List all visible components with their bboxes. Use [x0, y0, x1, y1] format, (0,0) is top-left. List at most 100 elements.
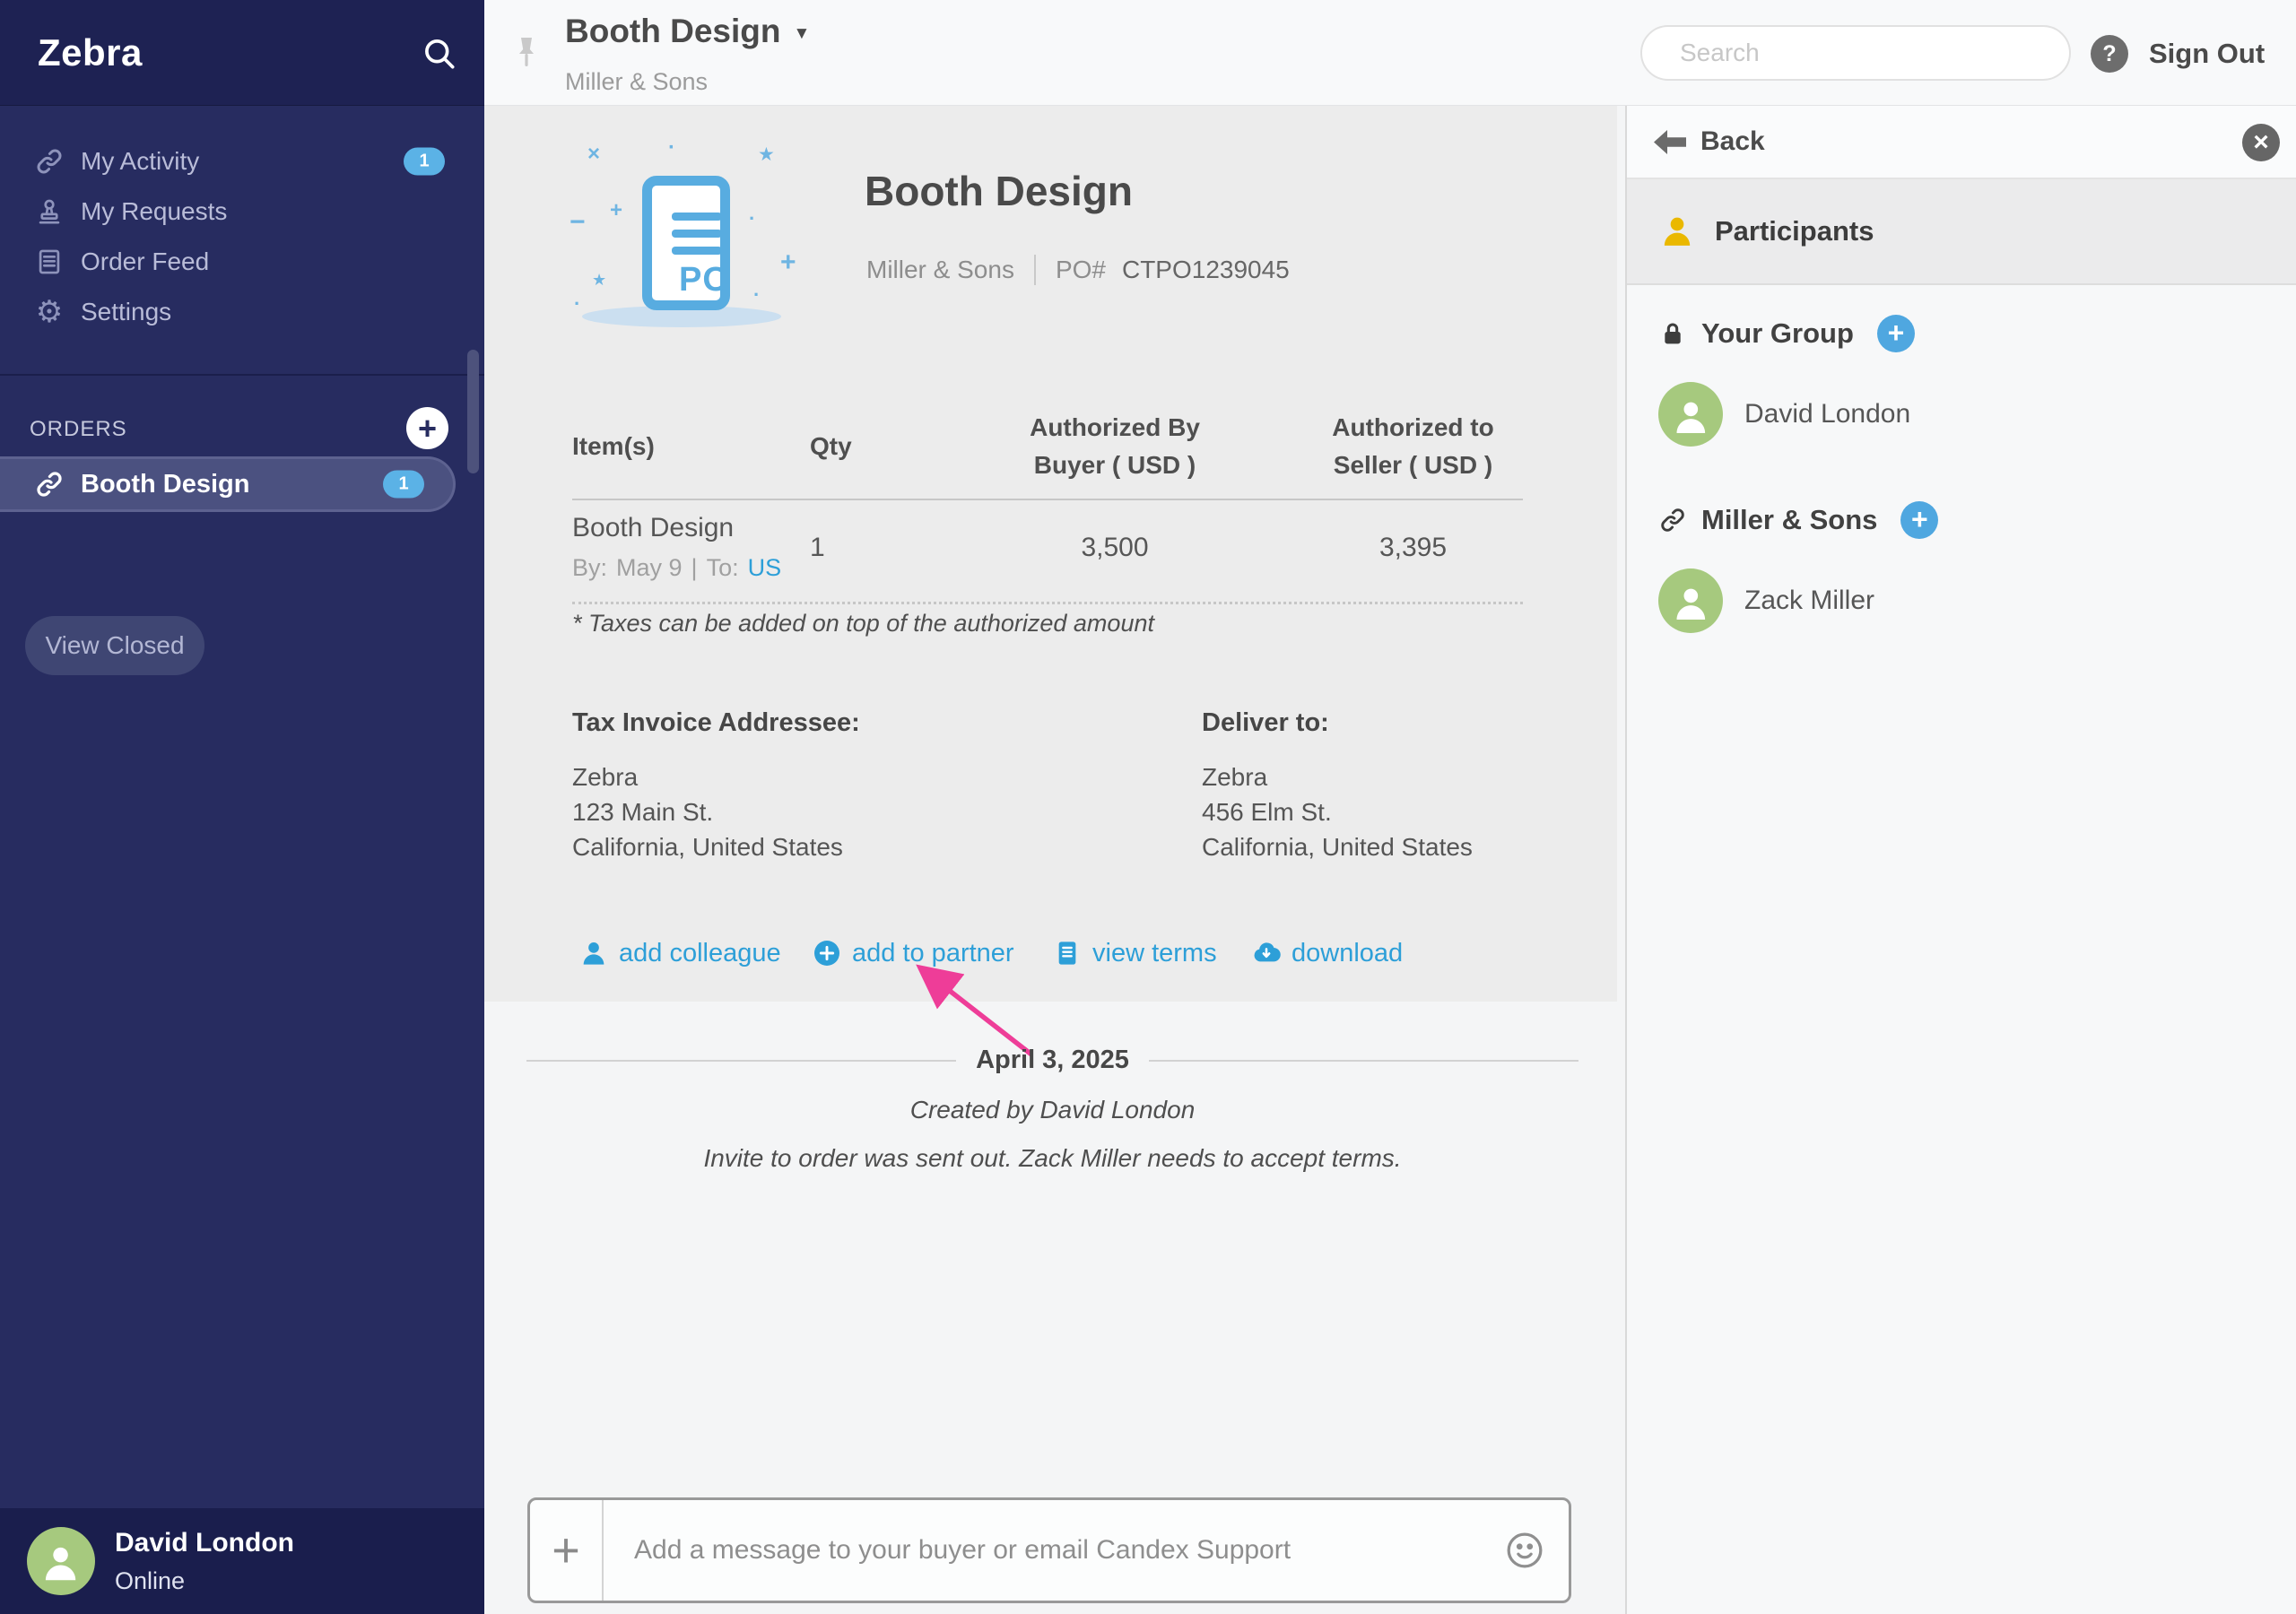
row-buyer-amount: 3,500 [926, 533, 1303, 563]
emoji-icon[interactable] [1504, 1530, 1545, 1571]
us-link[interactable]: US [748, 554, 782, 582]
participants-person-icon [1659, 213, 1695, 249]
po-document-icon: PO [642, 176, 730, 310]
partner-group-header: Miller & Sons + [1658, 497, 1938, 543]
chevron-down-icon: ▼ [793, 24, 810, 44]
gear-icon: ⚙ [34, 297, 65, 327]
top-bar: Booth Design ▼ Miller & Sons ? Sign Out [484, 0, 2296, 106]
participant-name: Zack Miller [1744, 586, 1874, 616]
activity-badge: 1 [404, 148, 445, 176]
close-icon[interactable]: × [2242, 124, 2280, 161]
participant-row: David London [1658, 382, 1910, 447]
avatar [27, 1527, 95, 1595]
message-composer: + [527, 1497, 1571, 1603]
timeline-date-divider: April 3, 2025 [526, 1046, 1578, 1075]
table-row: Booth Design By: May 9 | To: US 1 3,500 … [572, 500, 1523, 604]
add-to-partner-link[interactable]: add to partner [813, 933, 1014, 973]
participants-panel: Back × Participants Your Group + David L… [1625, 106, 2296, 1614]
po-label: PO# [1056, 256, 1106, 284]
current-user-info: David London Online [115, 1528, 294, 1595]
back-button[interactable]: Back [1654, 126, 1765, 157]
col-qty: Qty [810, 428, 926, 465]
page-title: Booth Design [565, 13, 780, 50]
stamp-icon [34, 196, 65, 227]
help-button[interactable]: ? [2091, 35, 2128, 73]
your-group-header: Your Group + [1658, 310, 1915, 357]
app-window: Zebra My Activity 1 My Requests [0, 0, 2296, 1614]
sidebar-item-my-activity[interactable]: My Activity 1 [0, 136, 484, 187]
table-header: Item(s) Qty Authorized By Buyer ( USD ) … [572, 402, 1523, 500]
link-icon [34, 146, 65, 177]
link-icon [1658, 506, 1687, 534]
lock-icon [1658, 319, 1687, 348]
divider-line [526, 1060, 956, 1062]
sidebar-item-settings[interactable]: ⚙ Settings [0, 287, 484, 337]
col-items: Item(s) [572, 428, 810, 465]
sidebar-search-icon[interactable] [420, 34, 459, 74]
col-authorized-buyer: Authorized By Buyer ( USD ) [926, 409, 1303, 484]
cloud-download-icon [1252, 939, 1281, 968]
order-card: · × ★ − + · ★ · + · PO Booth Design [484, 106, 1617, 1002]
meta-divider [1034, 255, 1036, 285]
tax-note: * Taxes can be added on top of the autho… [572, 610, 1154, 638]
pin-icon[interactable] [515, 36, 538, 79]
panel-header: Back × [1627, 106, 2296, 179]
plus-circle-icon [813, 939, 841, 968]
view-terms-link[interactable]: view terms [1053, 933, 1217, 973]
current-user-row[interactable]: David London Online [0, 1508, 484, 1614]
add-order-button[interactable]: + [406, 407, 448, 449]
order-actions: add colleague add to partner view terms [572, 933, 1559, 973]
po-number: CTPO1239045 [1122, 256, 1290, 284]
sign-out-button[interactable]: Sign Out [2149, 38, 2265, 70]
sidebar-divider [0, 374, 484, 376]
download-link[interactable]: download [1252, 933, 1403, 973]
row-item-name: Booth Design [572, 513, 810, 543]
sidebar-order-booth-design[interactable]: Booth Design 1 [0, 456, 456, 512]
order-title: Booth Design [865, 167, 1133, 215]
row-seller-amount: 3,395 [1303, 533, 1523, 563]
sidebar-item-label: Settings [81, 298, 171, 326]
order-item-label: Booth Design [81, 470, 250, 499]
message-input[interactable] [604, 1535, 1504, 1566]
po-illustration: · × ★ − + · ★ · + · PO [565, 128, 888, 361]
group-name: Miller & Sons [1701, 504, 1877, 536]
sidebar-item-my-requests[interactable]: My Requests [0, 187, 484, 237]
order-title-dropdown[interactable]: Booth Design ▼ [565, 13, 810, 50]
order-items-table: Item(s) Qty Authorized By Buyer ( USD ) … [572, 402, 1523, 604]
order-badge: 1 [383, 471, 424, 499]
app-logo: Zebra [38, 31, 143, 74]
back-arrow-icon [1654, 130, 1686, 153]
group-name: Your Group [1701, 317, 1854, 350]
sidebar-scrollbar[interactable] [467, 350, 479, 473]
avatar [1658, 382, 1723, 447]
add-colleague-link[interactable]: add colleague [579, 933, 781, 973]
participants-title: Participants [1715, 215, 1874, 247]
participant-name: David London [1744, 399, 1910, 430]
orders-section-header: ORDERS + [0, 404, 484, 455]
sidebar-item-label: My Activity [81, 147, 199, 176]
view-closed-button[interactable]: View Closed [25, 616, 204, 675]
add-to-your-group-button[interactable]: + [1877, 315, 1915, 352]
sidebar-menu: My Activity 1 My Requests Order Feed ⚙ S… [0, 136, 484, 337]
order-meta: Miller & Sons PO# CTPO1239045 [866, 255, 1290, 285]
sidebar-item-order-feed[interactable]: Order Feed [0, 237, 484, 287]
terms-document-icon [1053, 939, 1082, 968]
timeline-invite-event: Invite to order was sent out. Zack Mille… [526, 1144, 1578, 1173]
search-input[interactable] [1640, 25, 2071, 81]
row-item-cell: Booth Design By: May 9 | To: US [572, 513, 810, 582]
current-user-status: Online [115, 1567, 294, 1595]
sidebar-item-label: My Requests [81, 197, 227, 226]
document-icon [34, 247, 65, 277]
order-company: Miller & Sons [866, 256, 1014, 284]
sidebar: Zebra My Activity 1 My Requests [0, 0, 484, 1614]
po-document-label: PO [679, 261, 730, 299]
add-to-partner-group-button[interactable]: + [1900, 501, 1938, 539]
deliver-to-address: Deliver to: Zebra 456 Elm St. California… [1202, 708, 1525, 864]
participants-title-band: Participants [1627, 179, 2296, 285]
col-authorized-seller: Authorized to Seller ( USD ) [1303, 409, 1523, 484]
link-icon [34, 469, 65, 499]
main-content: · × ★ − + · ★ · + · PO Booth Design [484, 106, 1625, 1614]
person-icon [579, 939, 608, 968]
attach-plus-button[interactable]: + [530, 1526, 602, 1575]
timeline-date: April 3, 2025 [976, 1046, 1129, 1075]
